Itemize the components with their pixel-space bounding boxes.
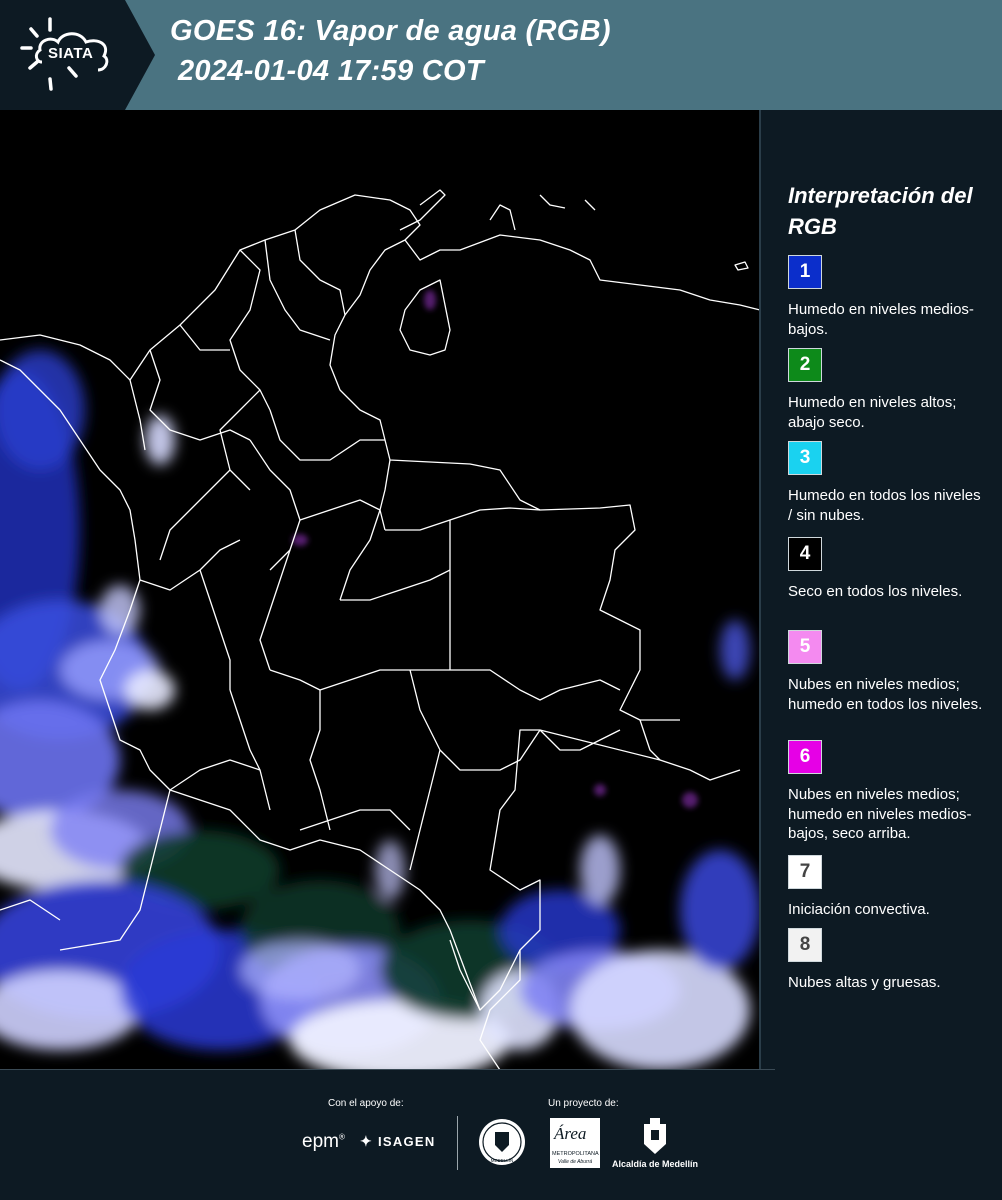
legend-number: 8	[799, 934, 811, 955]
project-caption: Un proyecto de:	[548, 1098, 619, 1109]
svg-text:MEDELLÍN: MEDELLÍN	[491, 1157, 514, 1163]
support-caption: Con el apoyo de:	[328, 1098, 404, 1109]
legend-swatch-8: 8	[788, 928, 822, 962]
area-metropolitana-logo: Área METROPOLITANA Valle de Aburrá	[550, 1118, 600, 1168]
rgb-legend: Interpretación del RGB 1 Humedo en nivele…	[788, 180, 993, 991]
epm-logo-text: epm	[302, 1131, 339, 1152]
image-timestamp: 2024-01-04 17:59 COT	[178, 55, 484, 87]
isagen-mark-icon: ✦	[360, 1133, 374, 1149]
legend-description: Nubes en niveles medios; humedo en todos…	[788, 676, 983, 713]
legend-number: 1	[799, 261, 811, 282]
legend-item-8: 8 Nubes altas y gruesas.	[788, 928, 988, 993]
alcaldia-logo-text: Alcaldía de Medellín	[612, 1159, 699, 1169]
footer-vertical-divider	[457, 1116, 458, 1170]
isagen-logo-text: ISAGEN	[377, 1134, 436, 1149]
isagen-logo: ✦ ISAGEN	[360, 1133, 436, 1150]
legend-swatch-3: 3	[788, 441, 822, 475]
legend-number: 7	[799, 861, 811, 882]
legend-description: Humedo en niveles altos; abajo seco.	[788, 394, 957, 431]
map-separator	[759, 110, 761, 1070]
legend-number: 5	[799, 636, 811, 657]
legend-number: 4	[799, 543, 811, 564]
epm-logo: epm®	[302, 1131, 345, 1152]
legend-swatch-6: 6	[788, 740, 822, 774]
legend-item-1: 1 Humedo en niveles medios-bajos.	[788, 255, 988, 339]
legend-description: Seco en todos los niveles.	[788, 583, 963, 600]
area-logo-sub1: METROPOLITANA	[552, 1151, 599, 1157]
legend-item-3: 3 Humedo en todos los niveles / sin nubes…	[788, 441, 988, 525]
legend-swatch-4: 4	[788, 537, 822, 571]
satellite-map	[0, 110, 760, 1070]
legend-item-4: 4 Seco en todos los niveles.	[788, 537, 988, 602]
legend-item-2: 2 Humedo en niveles altos; abajo seco.	[788, 348, 988, 432]
legend-swatch-1: 1	[788, 255, 822, 289]
legend-description: Nubes en niveles medios; humedo en nivel…	[788, 786, 972, 842]
area-logo-text: Área	[554, 1124, 587, 1143]
alcaldia-shield-icon	[642, 1118, 668, 1156]
product-title: GOES 16: Vapor de agua (RGB)	[170, 15, 611, 47]
legend-number: 3	[799, 447, 811, 468]
medellin-seal-icon: MEDELLÍN	[477, 1117, 527, 1167]
legend-description: Humedo en niveles medios-bajos.	[788, 301, 974, 338]
siata-logo: SIATA	[0, 0, 160, 110]
legend-item-6: 6 Nubes en niveles medios; humedo en nive…	[788, 740, 988, 844]
siata-logo-text: SIATA	[48, 45, 94, 62]
legend-item-7: 7 Iniciación convectiva.	[788, 855, 988, 920]
legend-title: Interpretación del RGB	[788, 183, 973, 239]
legend-number: 2	[799, 354, 811, 375]
legend-description: Iniciación convectiva.	[788, 901, 930, 918]
header-bar: SIATA GOES 16: Vapor de agua (RGB) 2024-…	[0, 0, 1002, 110]
legend-item-5: 5 Nubes en niveles medios; humedo en todo…	[788, 630, 988, 714]
area-logo-sub2: Valle de Aburrá	[558, 1159, 593, 1165]
legend-swatch-5: 5	[788, 630, 822, 664]
legend-number: 6	[799, 746, 811, 767]
legend-description: Humedo en todos los niveles / sin nubes.	[788, 487, 981, 524]
legend-description: Nubes altas y gruesas.	[788, 974, 941, 991]
legend-swatch-7: 7	[788, 855, 822, 889]
legend-swatch-2: 2	[788, 348, 822, 382]
